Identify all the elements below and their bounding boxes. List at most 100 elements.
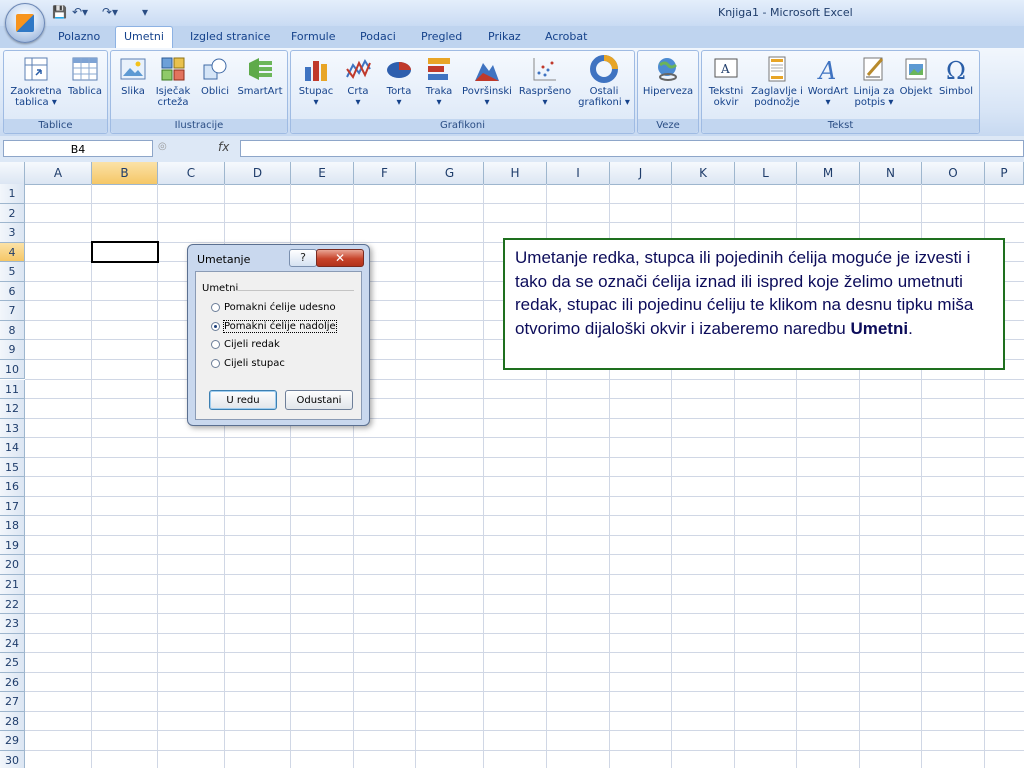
- row-header[interactable]: 15: [0, 457, 25, 478]
- namebox-dropdown-icon[interactable]: ◎: [158, 141, 167, 152]
- row-header[interactable]: 24: [0, 633, 25, 654]
- row-header[interactable]: 30: [0, 750, 25, 768]
- undo-icon[interactable]: ↶▾: [72, 5, 88, 19]
- redo-icon[interactable]: ↷▾: [102, 5, 118, 19]
- text-box-button[interactable]: A Tekstni okvir: [706, 55, 746, 108]
- row-header[interactable]: 13: [0, 418, 25, 439]
- radio-icon[interactable]: [211, 358, 220, 368]
- column-header[interactable]: K: [672, 162, 735, 184]
- column-header[interactable]: M: [797, 162, 860, 184]
- column-header[interactable]: N: [860, 162, 922, 184]
- row-header[interactable]: 16: [0, 477, 25, 497]
- tab-umetni[interactable]: Umetni: [115, 26, 173, 48]
- column-header[interactable]: C: [158, 162, 225, 184]
- header-footer-button[interactable]: Zaglavlje i podnožje: [748, 55, 806, 108]
- formula-input[interactable]: [240, 140, 1024, 157]
- shapes-button[interactable]: Oblici: [197, 55, 233, 97]
- column-header[interactable]: P: [985, 162, 1024, 184]
- row-header[interactable]: 3: [0, 223, 25, 243]
- clip-art-button[interactable]: Isječak crteža: [153, 55, 193, 108]
- area-chart-button[interactable]: Površinski ▾: [459, 55, 515, 108]
- radio-entire-row[interactable]: Cijeli redak: [211, 339, 280, 350]
- tab-polazno[interactable]: Polazno: [58, 30, 100, 43]
- row-header[interactable]: 5: [0, 262, 25, 282]
- hyperlink-button[interactable]: Hiperveza: [641, 55, 695, 97]
- office-button[interactable]: [5, 3, 45, 43]
- column-chart-button[interactable]: Stupac ▾: [297, 55, 335, 108]
- tab-izgled-stranice[interactable]: Izgled stranice: [190, 30, 270, 43]
- close-button[interactable]: ✕: [316, 249, 364, 267]
- column-header[interactable]: O: [922, 162, 985, 184]
- row-header[interactable]: 25: [0, 653, 25, 673]
- radio-entire-column[interactable]: Cijeli stupac: [211, 358, 285, 369]
- row-header[interactable]: 12: [0, 399, 25, 419]
- column-header[interactable]: E: [291, 162, 354, 184]
- row-header[interactable]: 23: [0, 614, 25, 634]
- signature-line-button[interactable]: Linija za potpis ▾: [852, 55, 896, 108]
- row-header[interactable]: 6: [0, 281, 25, 302]
- row-header[interactable]: 27: [0, 692, 25, 712]
- column-header[interactable]: H: [484, 162, 547, 184]
- row-header[interactable]: 28: [0, 711, 25, 732]
- row-header[interactable]: 29: [0, 731, 25, 751]
- tab-acrobat[interactable]: Acrobat: [545, 30, 587, 43]
- row-header[interactable]: 17: [0, 496, 25, 517]
- name-box[interactable]: B4: [3, 140, 153, 157]
- row-header[interactable]: 14: [0, 438, 25, 458]
- picture-icon: [120, 58, 146, 80]
- row-gridline: [25, 222, 1024, 224]
- radio-shift-down[interactable]: Pomakni ćelije nadolje: [211, 320, 337, 333]
- row-header[interactable]: 8: [0, 320, 25, 341]
- wordart-button[interactable]: A WordArt ▾: [806, 55, 850, 108]
- column-header[interactable]: F: [354, 162, 416, 184]
- row-header[interactable]: 26: [0, 672, 25, 693]
- table-button[interactable]: Tablica: [66, 55, 104, 97]
- row-header[interactable]: 10: [0, 359, 25, 380]
- object-button[interactable]: Objekt: [898, 55, 934, 97]
- ok-button[interactable]: U redu: [209, 390, 277, 410]
- radio-label: Pomakni ćelije nadolje: [223, 320, 337, 333]
- help-button[interactable]: ?: [289, 249, 317, 267]
- tab-prikaz[interactable]: Prikaz: [488, 30, 521, 43]
- row-header[interactable]: 4: [0, 242, 25, 263]
- cancel-button[interactable]: Odustani: [285, 390, 353, 410]
- picture-button[interactable]: Slika: [115, 55, 151, 97]
- tab-formule[interactable]: Formule: [291, 30, 336, 43]
- radio-icon[interactable]: [211, 339, 220, 349]
- row-header[interactable]: 21: [0, 575, 25, 595]
- column-header[interactable]: A: [25, 162, 92, 184]
- smartart-button[interactable]: SmartArt: [235, 55, 285, 97]
- other-charts-button[interactable]: Ostali grafikoni ▾: [575, 55, 633, 108]
- row-header[interactable]: 9: [0, 340, 25, 360]
- column-header[interactable]: L: [735, 162, 797, 184]
- tab-podaci[interactable]: Podaci: [360, 30, 396, 43]
- row-header[interactable]: 19: [0, 535, 25, 556]
- scatter-chart-button[interactable]: Raspršeno ▾: [517, 55, 573, 108]
- tab-pregled[interactable]: Pregled: [421, 30, 462, 43]
- column-header[interactable]: B: [92, 162, 158, 184]
- qat-customize-icon[interactable]: ▾: [142, 5, 148, 19]
- pivot-table-button[interactable]: Zaokretna tablica ▾: [7, 55, 65, 108]
- line-chart-button[interactable]: Crta ▾: [341, 55, 375, 108]
- bar-chart-button[interactable]: Traka ▾: [421, 55, 457, 108]
- pie-chart-button[interactable]: Torta ▾: [381, 55, 417, 108]
- symbol-button[interactable]: Ω Simbol: [936, 55, 976, 97]
- column-header[interactable]: I: [547, 162, 610, 184]
- radio-icon[interactable]: [211, 302, 220, 312]
- save-icon[interactable]: 💾: [52, 5, 67, 19]
- row-header[interactable]: 7: [0, 301, 25, 321]
- select-all-corner[interactable]: [0, 162, 25, 184]
- row-header[interactable]: 1: [0, 184, 25, 204]
- column-header[interactable]: J: [610, 162, 672, 184]
- row-header[interactable]: 2: [0, 203, 25, 224]
- insert-function-icon[interactable]: fx: [218, 140, 229, 154]
- row-header[interactable]: 22: [0, 594, 25, 615]
- column-header[interactable]: D: [225, 162, 291, 184]
- row-header[interactable]: 20: [0, 555, 25, 575]
- active-cell[interactable]: [91, 241, 159, 263]
- radio-selected-icon[interactable]: [211, 321, 220, 331]
- row-header[interactable]: 18: [0, 516, 25, 536]
- row-header[interactable]: 11: [0, 379, 25, 399]
- column-header[interactable]: G: [416, 162, 484, 184]
- radio-shift-right[interactable]: Pomakni ćelije udesno: [211, 302, 336, 313]
